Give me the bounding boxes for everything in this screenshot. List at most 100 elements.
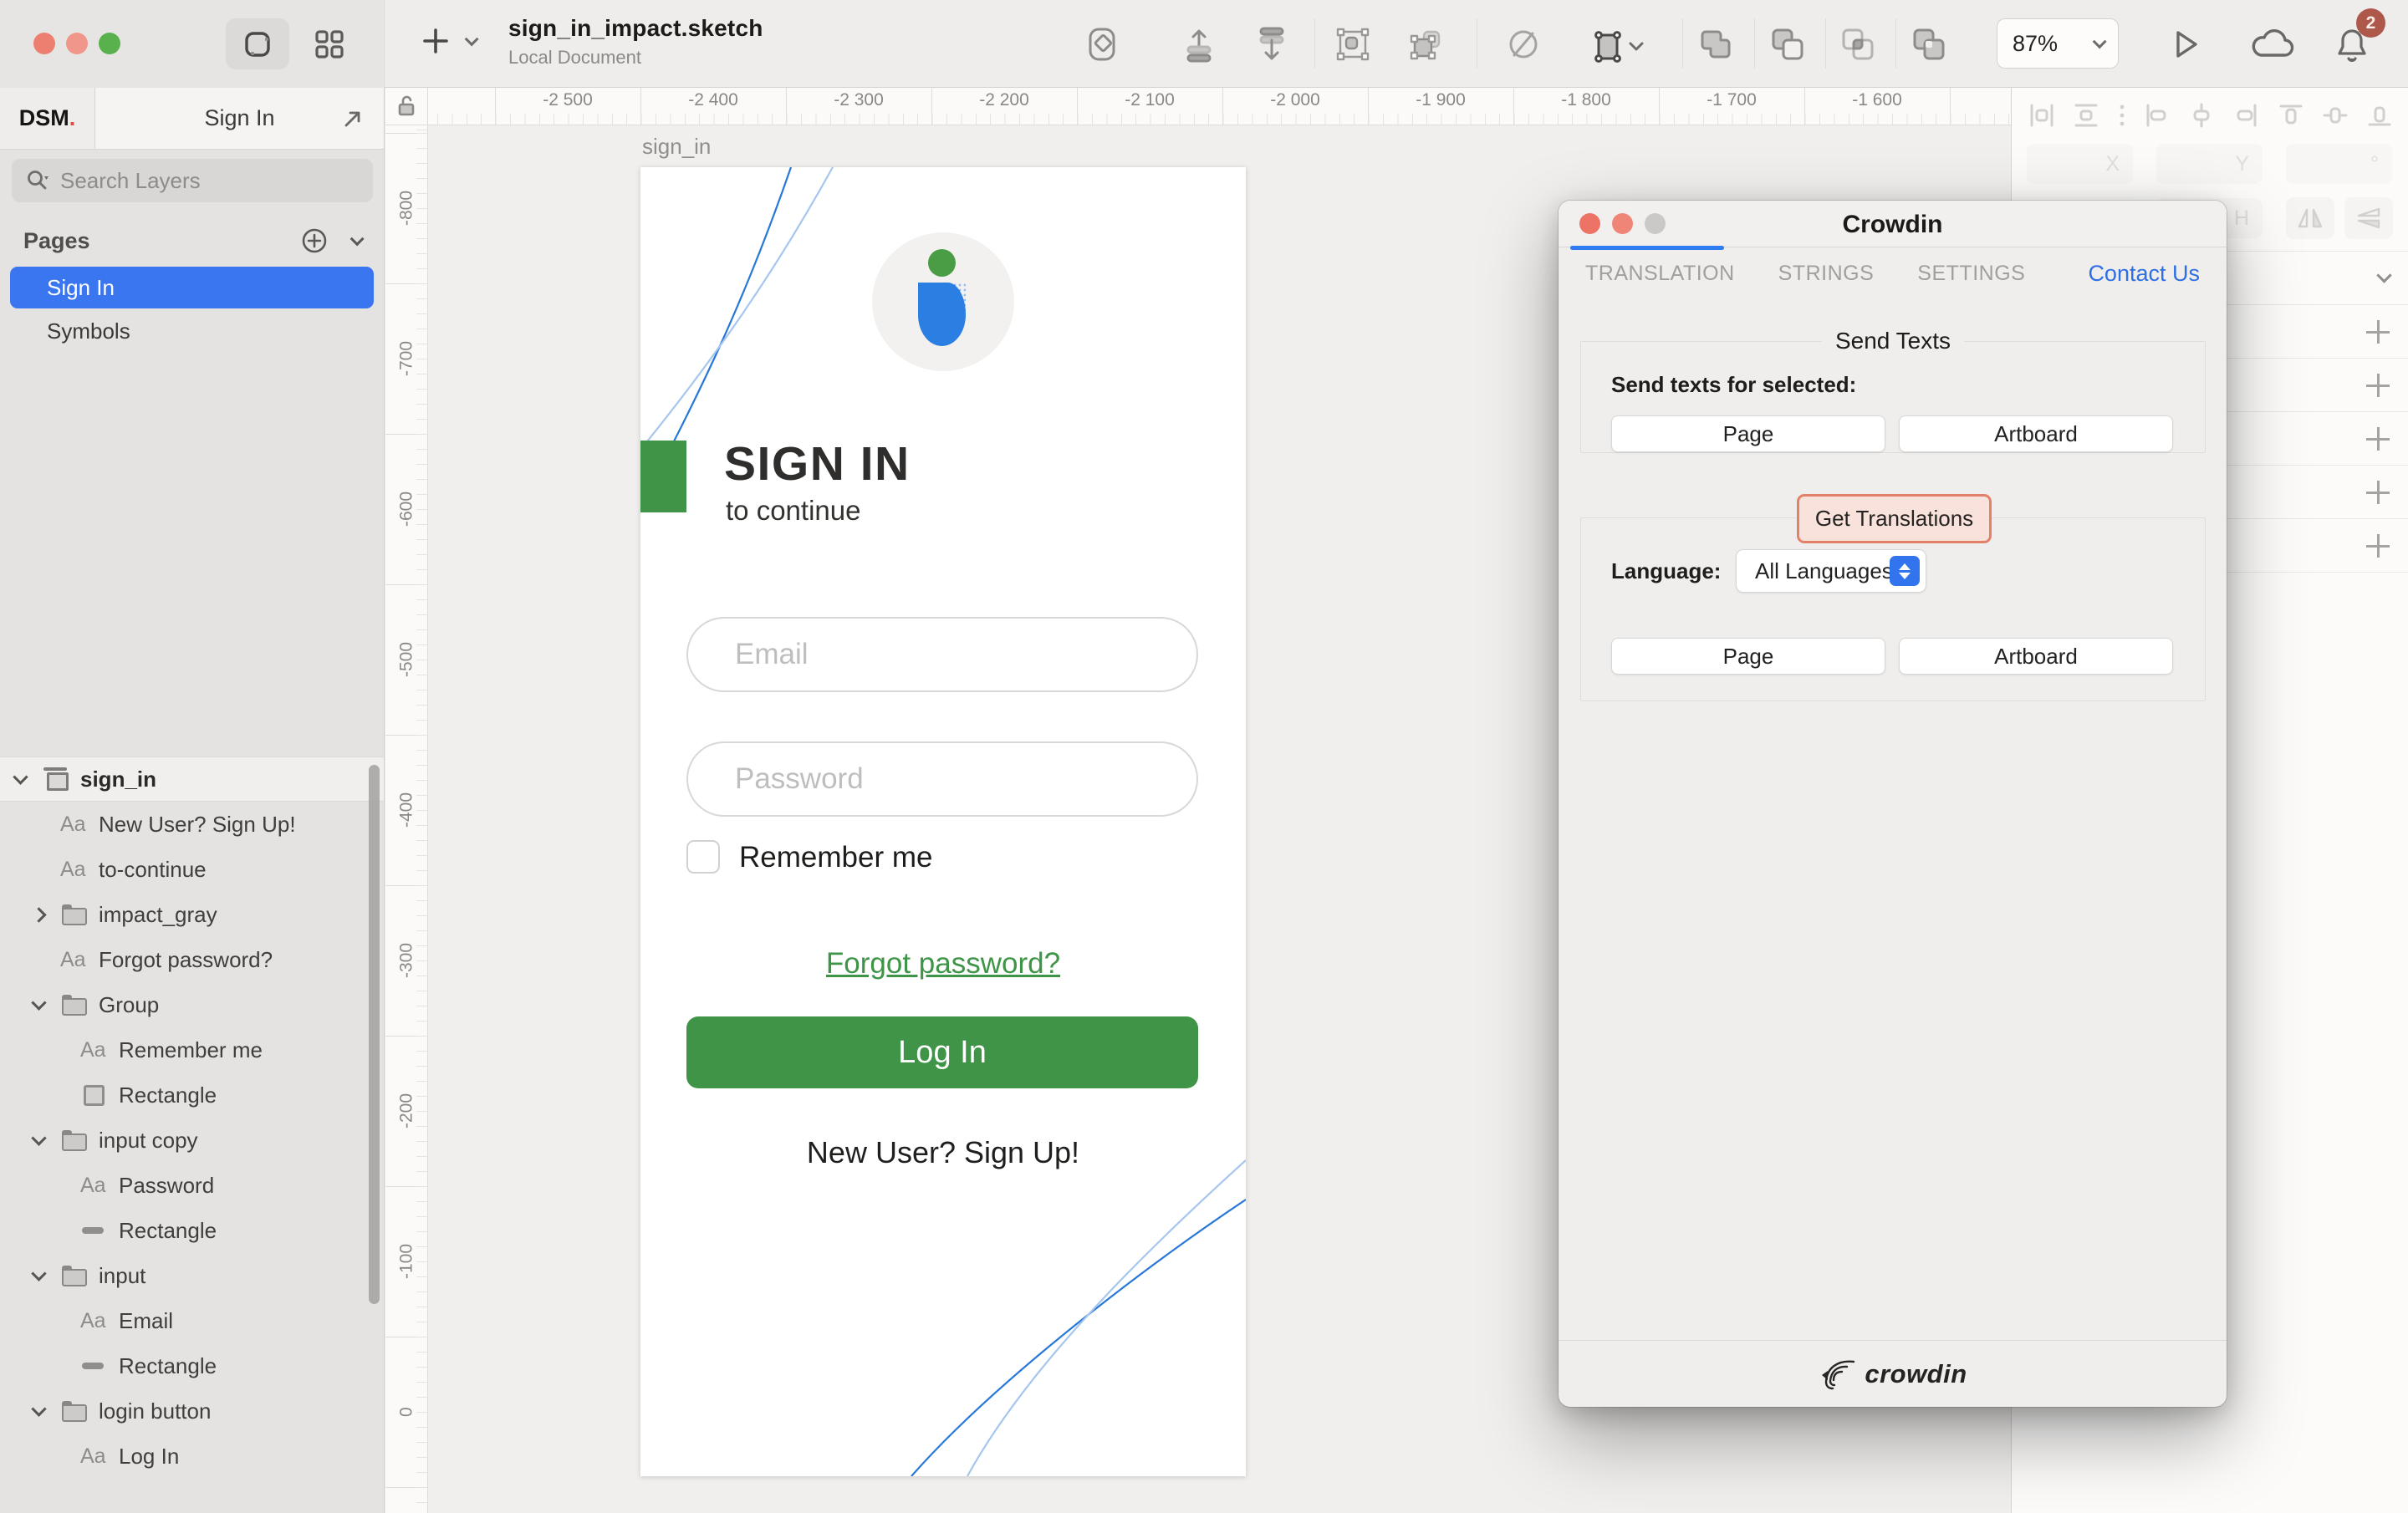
open-external-arrow-icon[interactable] <box>342 108 364 130</box>
artboard[interactable]: SIGN IN to continue Remember me Forgot p… <box>640 167 1246 1476</box>
difference-icon[interactable] <box>1910 25 1948 64</box>
insert-plus-button[interactable] <box>418 23 453 59</box>
rotation-field[interactable]: ° <box>2286 144 2392 184</box>
insert-chevron-icon[interactable] <box>465 32 479 46</box>
flip-horizontal-button[interactable] <box>2286 197 2334 239</box>
distribute-vertical-icon[interactable] <box>2071 100 2101 130</box>
artboard-title[interactable]: sign_in <box>642 134 711 160</box>
add-page-button[interactable] <box>300 227 329 255</box>
layer-row[interactable]: input copy <box>0 1118 384 1163</box>
send-backward-icon[interactable] <box>1252 25 1291 64</box>
layer-type-icon <box>80 1080 114 1110</box>
v-ruler-label: -100 <box>385 1186 428 1337</box>
get-translations-button[interactable]: Get Translations <box>1797 494 1992 543</box>
window-zoom-button[interactable] <box>99 33 120 54</box>
dialog-tab[interactable]: TRANSLATION <box>1585 262 1735 286</box>
flip-vertical-button[interactable] <box>2344 197 2393 239</box>
intersect-icon[interactable] <box>1839 25 1877 64</box>
get-artboard-button[interactable]: Artboard <box>1899 638 2173 675</box>
ungroup-icon[interactable] <box>1407 25 1446 64</box>
x-position-field[interactable]: X <box>2027 144 2133 184</box>
select-stepper-icon[interactable] <box>1890 556 1920 586</box>
add-style-icon[interactable] <box>2366 427 2390 451</box>
remember-me-checkbox[interactable] <box>686 840 720 874</box>
layer-row[interactable]: login button <box>0 1388 384 1434</box>
union-icon[interactable] <box>1697 25 1736 64</box>
add-style-icon[interactable] <box>2366 534 2390 558</box>
y-position-field[interactable]: Y <box>2156 144 2263 184</box>
login-button[interactable]: Log In <box>686 1016 1198 1088</box>
section-chevron-icon[interactable] <box>2376 267 2391 283</box>
signup-text[interactable]: New User? Sign Up! <box>640 1135 1246 1170</box>
page-list-item[interactable]: Symbols <box>10 310 374 352</box>
bring-forward-icon[interactable] <box>1180 25 1218 64</box>
layer-row[interactable]: Group <box>0 982 384 1027</box>
search-layers-field[interactable] <box>12 159 373 202</box>
align-bottom-icon[interactable] <box>2365 100 2395 130</box>
layer-row[interactable]: Rectangle <box>0 1343 384 1388</box>
align-right-icon[interactable] <box>2231 100 2261 130</box>
add-style-icon[interactable] <box>2366 481 2390 504</box>
layer-chevron-icon[interactable] <box>33 1271 60 1281</box>
layer-row[interactable]: Password <box>0 1163 384 1208</box>
pages-header: Pages <box>23 228 300 254</box>
layer-row[interactable]: Remember me <box>0 1027 384 1072</box>
insert-symbol-icon[interactable] <box>1083 25 1121 64</box>
grid-view-toggle[interactable] <box>298 18 361 69</box>
send-page-button[interactable]: Page <box>1611 415 1885 452</box>
add-style-icon[interactable] <box>2366 320 2390 344</box>
layer-row[interactable]: input <box>0 1253 384 1298</box>
layer-type-icon <box>60 1261 94 1291</box>
dialog-tab[interactable]: STRINGS <box>1778 262 1875 286</box>
align-center-h-icon[interactable] <box>2186 100 2217 130</box>
layer-row[interactable]: Forgot password? <box>0 937 384 982</box>
layer-chevron-icon[interactable] <box>33 1000 60 1011</box>
group-icon[interactable] <box>1334 25 1372 64</box>
contact-us-link[interactable]: Contact Us <box>2088 261 2200 287</box>
resize-icon[interactable] <box>1589 25 1647 64</box>
subtract-icon[interactable] <box>1768 25 1807 64</box>
layer-chevron-icon[interactable] <box>33 1135 60 1146</box>
align-middle-v-icon[interactable] <box>2320 100 2350 130</box>
dialog-tab[interactable]: SETTINGS <box>1917 262 2025 286</box>
window-close-button[interactable] <box>33 33 55 54</box>
dialog-titlebar[interactable]: Crowdin <box>1559 201 2227 247</box>
layer-row[interactable]: sign_in <box>0 756 384 802</box>
add-style-icon[interactable] <box>2366 374 2390 397</box>
layer-row[interactable]: Rectangle <box>0 1072 384 1118</box>
forgot-password-link[interactable]: Forgot password? <box>640 947 1246 981</box>
canvas-view-toggle[interactable] <box>226 18 289 69</box>
layer-row[interactable]: New User? Sign Up! <box>0 802 384 847</box>
layer-chevron-icon[interactable] <box>33 1406 60 1417</box>
v-ruler-label: -800 <box>385 133 428 283</box>
window-minimize-button[interactable] <box>66 33 88 54</box>
distribute-horizontal-icon[interactable] <box>2027 100 2057 130</box>
search-layers-input[interactable] <box>60 168 311 194</box>
password-field[interactable] <box>686 741 1198 817</box>
align-left-icon[interactable] <box>2142 100 2172 130</box>
layer-label: Remember me <box>119 1037 263 1063</box>
layer-row[interactable]: Log In <box>0 1434 384 1479</box>
pages-collapse-chevron[interactable] <box>350 232 365 246</box>
layer-chevron-icon[interactable] <box>15 774 42 785</box>
align-top-icon[interactable] <box>2276 100 2306 130</box>
layer-chevron-icon[interactable] <box>33 909 60 920</box>
send-artboard-button[interactable]: Artboard <box>1899 415 2173 452</box>
layer-row[interactable]: Rectangle <box>0 1208 384 1253</box>
tab-page[interactable]: Sign In <box>95 88 384 149</box>
zoom-level-select[interactable]: 87% <box>1997 18 2119 69</box>
email-field[interactable] <box>686 617 1198 692</box>
language-select[interactable]: All Languages <box>1736 549 1926 593</box>
preview-play-button[interactable] <box>2166 25 2204 64</box>
ruler-lock-icon[interactable] <box>396 94 416 118</box>
layer-row[interactable]: to-continue <box>0 847 384 892</box>
layers-scrollbar[interactable] <box>369 765 380 1304</box>
page-list-item[interactable]: Sign In <box>10 267 374 308</box>
tab-dsm[interactable]: DSM. <box>0 88 95 149</box>
layer-row[interactable]: Email <box>0 1298 384 1343</box>
layer-row[interactable]: impact_gray <box>0 892 384 937</box>
cloud-sync-button[interactable] <box>2246 25 2298 64</box>
layer-label: sign_in <box>80 767 156 792</box>
get-page-button[interactable]: Page <box>1611 638 1885 675</box>
no-fill-icon[interactable] <box>1504 25 1543 64</box>
